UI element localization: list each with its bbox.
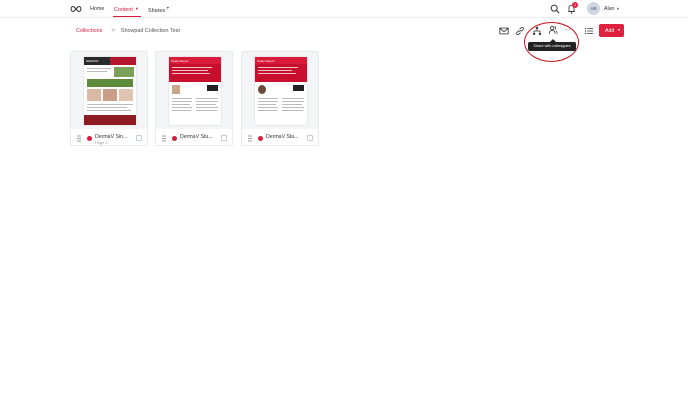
breadcrumb: Collections > Showpad Collection Test — [76, 28, 180, 34]
top-navigation-bar: Home Content ▼ Shares▼ 1 AB Alan ▼ — [0, 0, 688, 18]
annotation-highlight-circle — [524, 22, 579, 62]
thumbnail-line — [87, 110, 131, 111]
thumbnail-line — [196, 107, 218, 108]
card-footer: DermaV Stu... — [242, 130, 318, 146]
document-thumbnail[interactable]: Study Report — [169, 57, 221, 125]
chevron-down-icon[interactable]: ▼ — [616, 7, 620, 11]
thumbnail-line — [87, 107, 127, 108]
file-type-indicator — [258, 136, 263, 141]
thumbnail-block — [84, 115, 136, 125]
logo-icon[interactable] — [70, 5, 82, 13]
avatar[interactable]: AB — [587, 2, 600, 15]
thumbnail-headline: DERMAV — [86, 59, 99, 63]
drag-handle-icon[interactable] — [162, 135, 166, 142]
add-button[interactable]: Add ▼ — [599, 24, 624, 37]
thumbnail-block — [293, 85, 304, 91]
thumbnail-line — [282, 101, 304, 102]
nav-content[interactable]: Content ▼ — [114, 6, 139, 13]
thumbnail-line — [196, 98, 218, 99]
add-button-label: Add — [605, 28, 615, 34]
thumbnail-line — [258, 67, 298, 68]
card-thumbnail-area: Study Report — [242, 52, 318, 129]
thumbnail-line — [172, 110, 191, 111]
link-icon[interactable] — [515, 26, 525, 36]
thumbnail-line — [172, 70, 208, 71]
drag-handle-icon[interactable] — [248, 135, 252, 142]
thumbnail-line — [196, 101, 218, 102]
thumbnail-line — [172, 107, 192, 108]
thumbnail-line — [172, 101, 192, 102]
document-thumbnail[interactable]: Study Report — [255, 57, 307, 125]
thumbnail-block — [258, 85, 266, 94]
select-checkbox[interactable] — [221, 135, 227, 141]
card-title[interactable]: DermaV Stu... — [180, 134, 213, 140]
thumbnail-line — [282, 98, 304, 99]
thumbnail-block — [119, 89, 133, 101]
content-card[interactable]: Study Report DermaV Stu... — [241, 51, 319, 146]
document-thumbnail[interactable]: DERMAV — [84, 57, 136, 125]
card-thumbnail-area: Study Report — [156, 52, 232, 129]
list-view-icon[interactable] — [584, 26, 594, 36]
thumbnail-line — [196, 104, 216, 105]
thumbnail-line — [87, 104, 133, 105]
content-card[interactable]: Study Report DermaV Stu... — [155, 51, 233, 146]
active-tab-indicator — [113, 16, 141, 18]
thumbnail-block — [87, 89, 101, 101]
nav-shares[interactable]: Shares▼ — [148, 6, 170, 14]
file-type-indicator — [172, 136, 177, 141]
nav-content-label: Content — [114, 7, 133, 13]
card-footer: DermaV Sin... Page 2 — [71, 130, 147, 146]
nav-shares-label: Shares — [148, 8, 166, 14]
thumbnail-line — [258, 101, 278, 102]
thumbnail-block — [110, 57, 136, 65]
thumbnail-block — [103, 89, 117, 101]
nav-home[interactable]: Home — [90, 6, 104, 12]
card-title[interactable]: DermaV Stu... — [266, 134, 299, 140]
user-name[interactable]: Alan — [604, 6, 614, 12]
thumbnail-block — [87, 79, 133, 87]
breadcrumb-collections-link[interactable]: Collections — [76, 28, 102, 34]
chevron-down-icon: ▼ — [166, 6, 170, 10]
thumbnail-headline: Study Report — [171, 58, 189, 63]
thumbnail-block — [207, 85, 218, 91]
thumbnail-line — [258, 73, 296, 74]
search-icon[interactable] — [550, 4, 560, 14]
card-subtitle: Page 2 — [95, 140, 108, 145]
thumbnail-line — [172, 104, 190, 105]
thumbnail-block — [172, 85, 180, 94]
thumbnail-line — [172, 73, 210, 74]
thumbnail-block — [114, 67, 134, 77]
content-card[interactable]: DERMAV DermaV Sin... Page 2 — [70, 51, 148, 146]
thumbnail-line — [87, 68, 111, 69]
chevron-down-icon: ▼ — [134, 6, 139, 11]
thumbnail-line — [258, 98, 278, 99]
breadcrumb-separator: > — [111, 28, 115, 34]
thumbnail-line — [258, 107, 278, 108]
thumbnail-line — [172, 98, 192, 99]
thumbnail-line — [282, 107, 304, 108]
thumbnail-line — [258, 104, 276, 105]
thumbnail-line — [172, 67, 212, 68]
drag-handle-icon[interactable] — [77, 135, 81, 142]
select-checkbox[interactable] — [307, 135, 313, 141]
notification-badge: 1 — [572, 2, 578, 8]
thumbnail-headline: Study Report — [257, 58, 275, 63]
card-thumbnail-area: DERMAV — [71, 52, 147, 129]
breadcrumb-current: Showpad Collection Test — [120, 28, 180, 34]
thumbnail-line — [282, 110, 303, 111]
select-checkbox[interactable] — [136, 135, 142, 141]
file-type-indicator — [87, 136, 92, 141]
chevron-down-icon: ▼ — [617, 28, 621, 32]
thumbnail-line — [282, 104, 302, 105]
thumbnail-line — [258, 70, 292, 71]
thumbnail-line — [258, 110, 277, 111]
mail-icon[interactable] — [499, 26, 509, 36]
thumbnail-line — [196, 110, 217, 111]
card-footer: DermaV Stu... — [156, 130, 232, 146]
thumbnail-line — [87, 71, 107, 72]
